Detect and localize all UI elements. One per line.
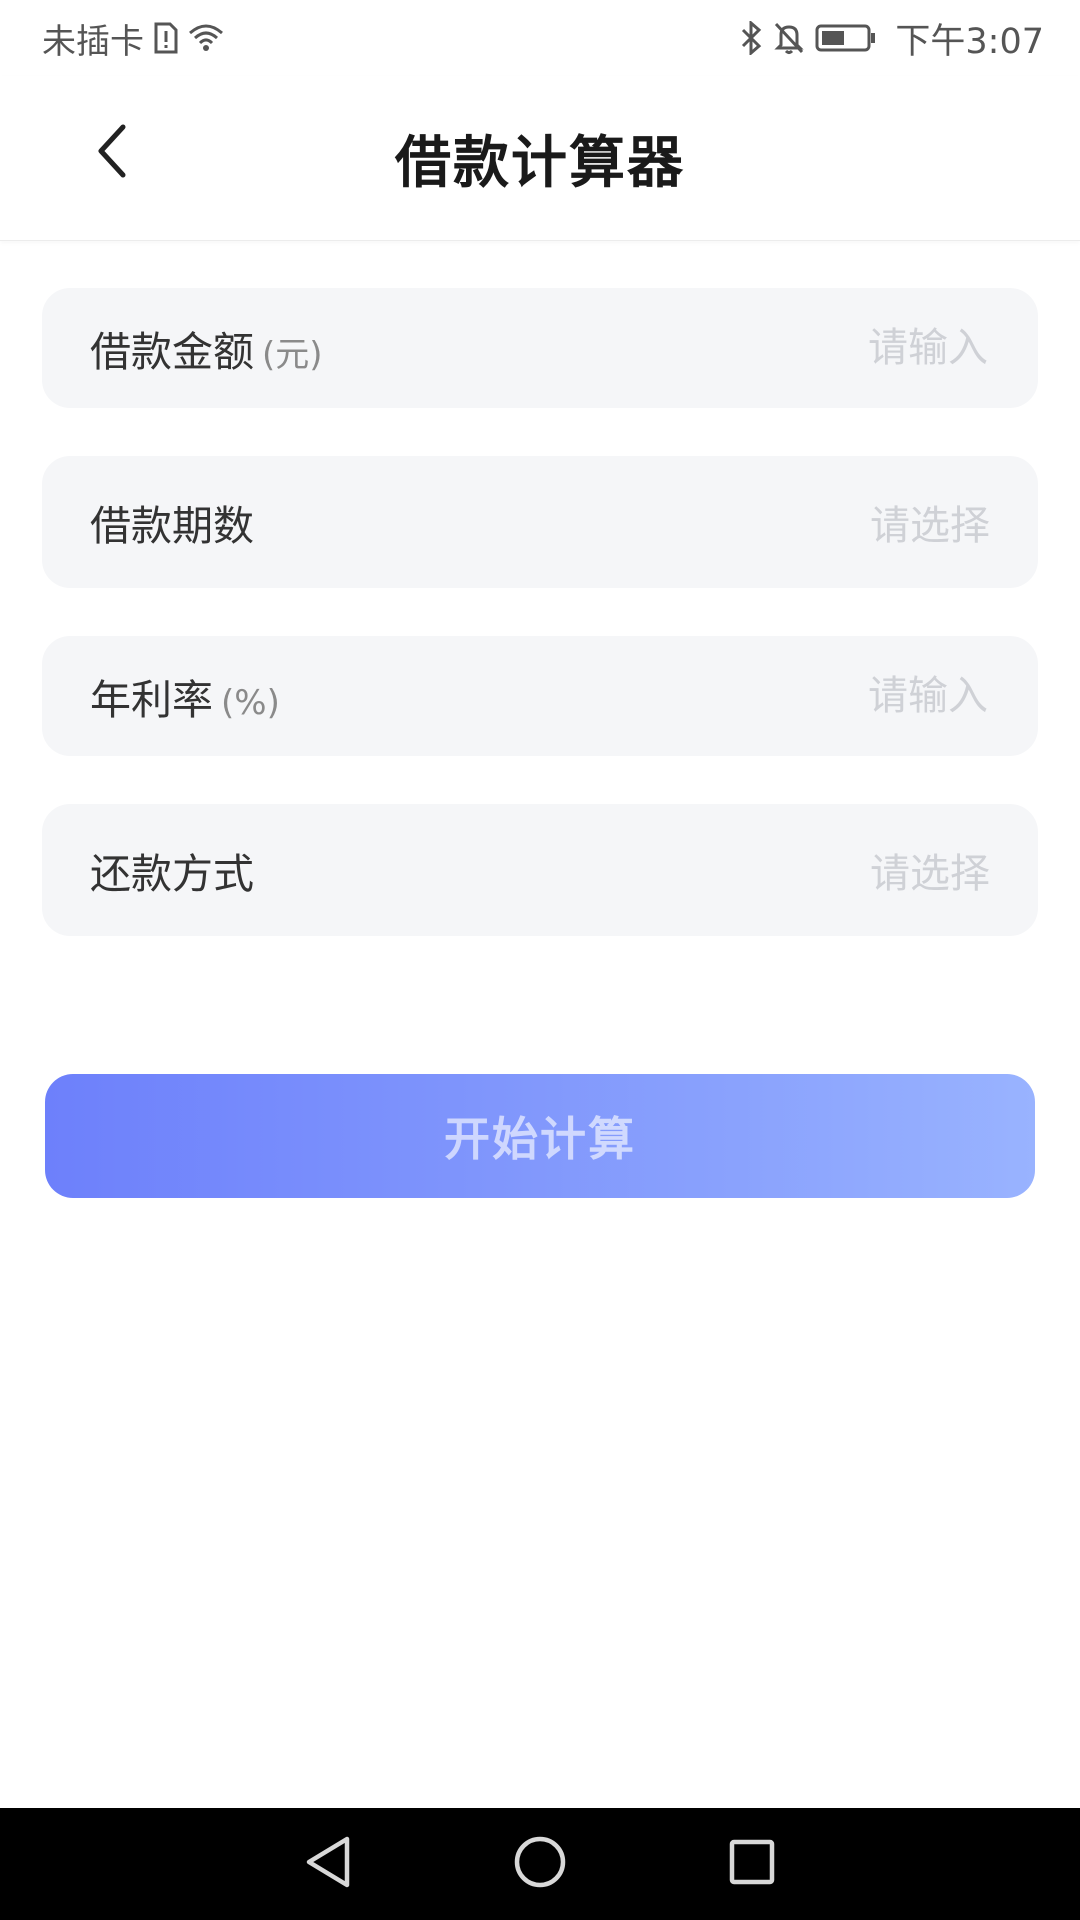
recents-square-icon bbox=[727, 1837, 777, 1891]
annual-rate-input[interactable] bbox=[726, 672, 990, 720]
nav-back-button[interactable] bbox=[298, 1834, 358, 1894]
screen: 未插卡 下午3:07 借款计算器 借款金额 (元) 请输入 借款期数 请选择 年… bbox=[0, 0, 1080, 1920]
status-left: 未插卡 bbox=[42, 14, 224, 63]
repayment-method-label: 还款方式 bbox=[90, 850, 254, 898]
loan-periods-row[interactable]: 借款期数 请选择 bbox=[42, 456, 1038, 588]
loan-periods-label: 借款期数 bbox=[90, 502, 254, 550]
app-header: 借款计算器 bbox=[0, 76, 1080, 241]
back-triangle-icon bbox=[303, 1834, 353, 1894]
annual-rate-row[interactable]: 年利率 (%) bbox=[42, 636, 1038, 756]
status-bar: 未插卡 下午3:07 bbox=[0, 0, 1080, 76]
status-time: 下午3:07 bbox=[895, 21, 1044, 62]
loan-amount-input[interactable] bbox=[726, 324, 990, 372]
annual-rate-unit: (%) bbox=[221, 683, 280, 723]
bluetooth-icon bbox=[739, 21, 763, 55]
annual-rate-label: 年利率 bbox=[90, 676, 213, 724]
loan-periods-select[interactable]: 请选择 bbox=[870, 493, 990, 551]
loan-form: 借款金额 (元) 借款期数 请选择 年利率 (%) 还款方式 请选择 bbox=[42, 288, 1038, 936]
carrier-text: 未插卡 bbox=[42, 21, 144, 62]
home-circle-icon bbox=[512, 1834, 568, 1894]
system-nav-bar bbox=[0, 1808, 1080, 1920]
mute-bell-icon bbox=[773, 21, 805, 55]
repayment-method-row[interactable]: 还款方式 请选择 bbox=[42, 804, 1038, 936]
calculate-button[interactable]: 开始计算 bbox=[45, 1074, 1035, 1198]
loan-amount-unit: (元) bbox=[262, 335, 323, 375]
nav-recents-button[interactable] bbox=[722, 1834, 782, 1894]
annual-rate-label-group: 年利率 (%) bbox=[90, 666, 280, 726]
loan-amount-row[interactable]: 借款金额 (元) bbox=[42, 288, 1038, 408]
nav-home-button[interactable] bbox=[510, 1834, 570, 1894]
sim-alert-icon bbox=[154, 22, 178, 54]
wifi-icon bbox=[188, 23, 224, 53]
loan-amount-label-group: 借款金额 (元) bbox=[90, 318, 323, 378]
status-right: 下午3:07 bbox=[739, 13, 1044, 64]
page-title: 借款计算器 bbox=[395, 131, 685, 196]
repayment-method-select[interactable]: 请选择 bbox=[870, 841, 990, 899]
battery-icon bbox=[815, 23, 877, 53]
loan-amount-label: 借款金额 bbox=[90, 328, 254, 376]
